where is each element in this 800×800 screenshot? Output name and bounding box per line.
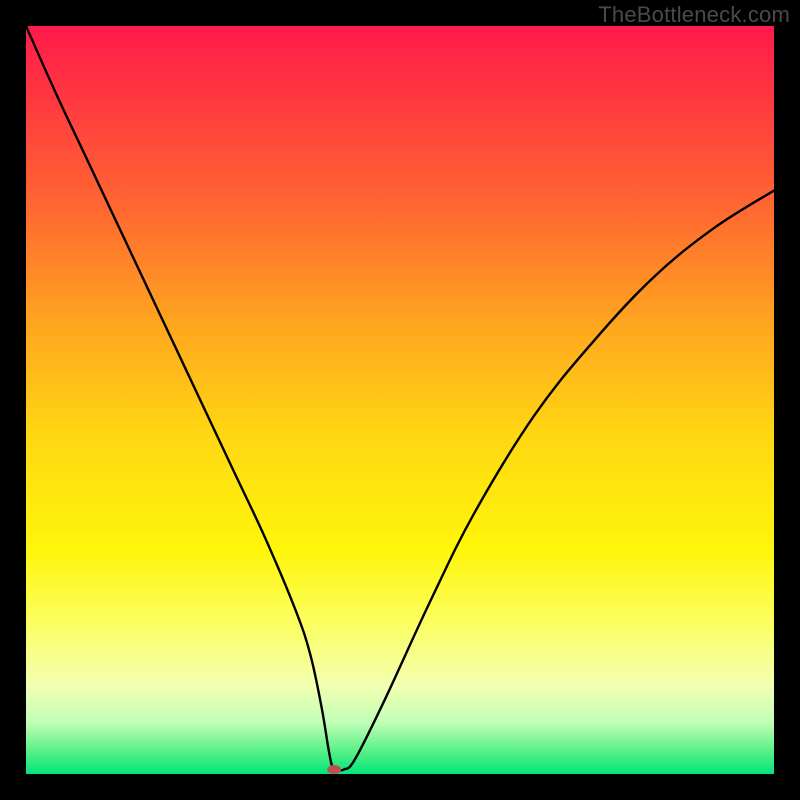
gradient-background	[26, 26, 774, 774]
watermark-text: TheBottleneck.com	[598, 2, 790, 28]
bottleneck-chart	[26, 26, 774, 774]
optimal-point-marker	[327, 765, 341, 774]
chart-frame: TheBottleneck.com	[0, 0, 800, 800]
plot-area	[26, 26, 774, 774]
